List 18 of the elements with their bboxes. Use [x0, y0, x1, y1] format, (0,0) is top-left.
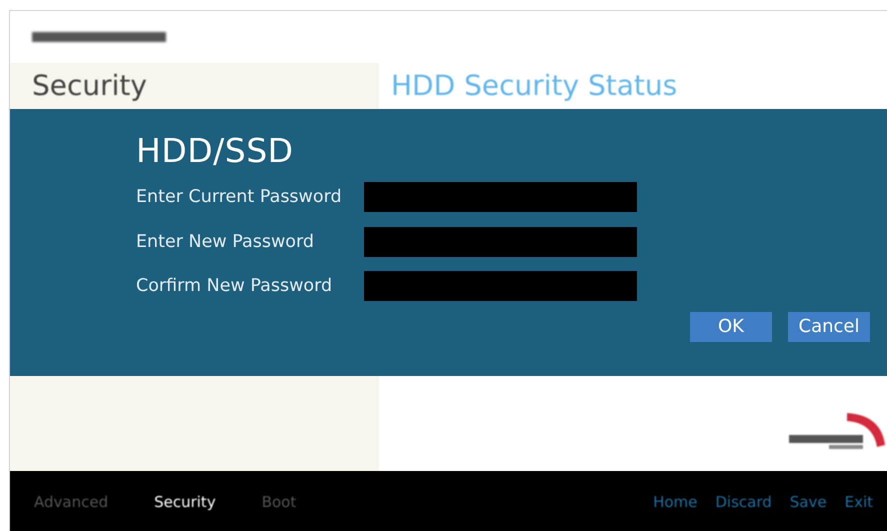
footer-tab[interactable]: Boot [262, 492, 296, 510]
footer-link[interactable]: Exit [844, 492, 873, 510]
footer-tab[interactable]: Advanced [34, 492, 108, 510]
field-label: Corfirm New Password [136, 276, 334, 296]
footer-link[interactable]: Home [653, 492, 698, 510]
password-field[interactable] [364, 271, 637, 301]
page-title: HDD Security Status [391, 69, 678, 102]
dialog-title: HDD/SSD [136, 131, 295, 170]
footer-link[interactable]: Discard [715, 492, 772, 510]
footer-tab[interactable]: Security [154, 492, 216, 510]
password-field[interactable] [364, 182, 637, 212]
cancel-button[interactable]: Cancel [788, 312, 870, 342]
password-field[interactable] [364, 226, 637, 256]
footer-link[interactable]: Save [790, 492, 827, 510]
field-label: Enter Current Password [136, 187, 343, 207]
ok-button[interactable]: OK [690, 312, 772, 342]
section-title: Security [32, 69, 148, 102]
field-label: Enter New Password [136, 232, 316, 252]
